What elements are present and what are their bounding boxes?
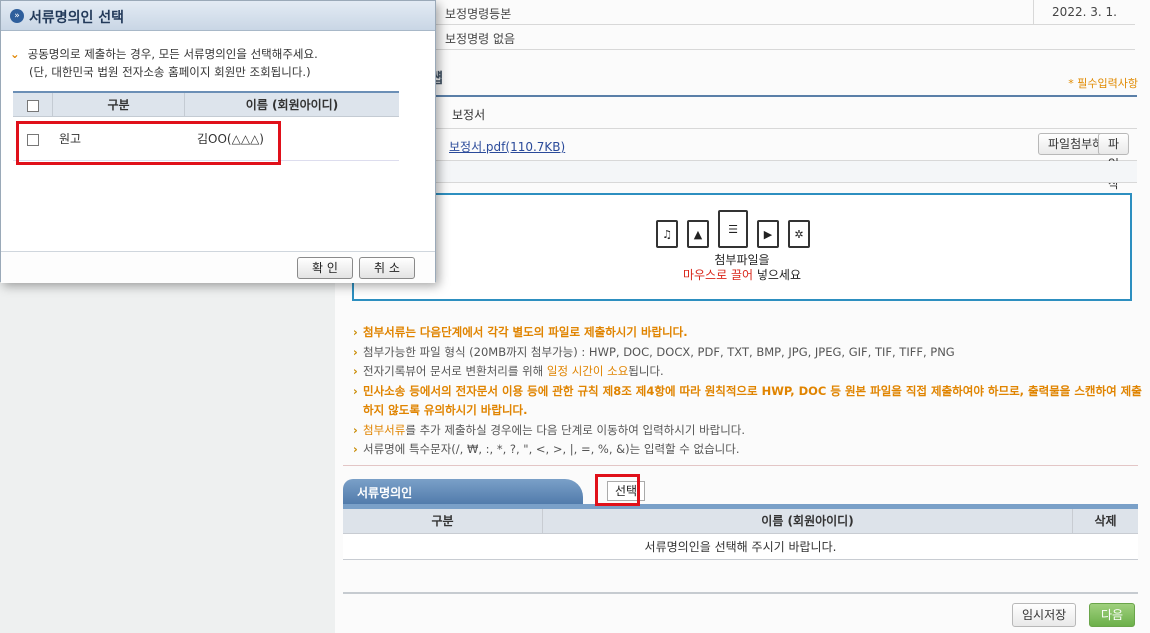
temp-save-button[interactable]: 임시저장: [1012, 603, 1077, 627]
signer-select-dialog: » 서류명의인 선택 ⌄ 공동명의로 제출하는 경우, 모든 서류명의인을 선택해…: [0, 0, 436, 283]
signer-grid-empty: 서류명의인을 선택해 주시기 바랍니다.: [343, 534, 1138, 560]
chevron-down-icon: ⌄: [10, 47, 20, 61]
delete-file-button[interactable]: 파일삭제하기: [1097, 133, 1129, 251]
note-separate-files: 첨부서류는 다음단계에서 각각 별도의 파일로 제출하시기 바랍니다.: [353, 323, 1143, 343]
required-fields-note: * 필수입력사항: [1068, 77, 1138, 90]
attachment-spacer: [435, 161, 1137, 183]
drop-instructions-line1: 첨부파일을: [714, 253, 770, 267]
attachment-file-row: 보정서.pdf(110.7KB) 파일첨부하기 파일삭제하기: [435, 129, 1137, 251]
image-file-icon: ▲: [687, 220, 709, 248]
signer-tab: 서류명의인: [343, 479, 583, 507]
dialog-message-line1: ⌄ 공동명의로 제출하는 경우, 모든 서류명의인을 선택해주세요.: [10, 45, 318, 63]
dialog-message-line1-text: 공동명의로 제출하는 경우, 모든 서류명의인을 선택해주세요.: [27, 47, 318, 61]
correction-order-date: 2022. 3. 1.: [1033, 0, 1135, 25]
correction-order-label: 보정명령등본: [445, 7, 512, 21]
correction-info-table: 보정명령등본 2022. 3. 1. 보정명령 없음: [435, 0, 1135, 50]
signer-section: 서류명의인 선택 구분 이름 (회원아이디) 삭제 서류명의인을 선택해 주시기…: [343, 465, 1138, 595]
dialog-title: 서류명의인 선택: [29, 10, 125, 26]
music-file-icon: ♫: [656, 220, 678, 248]
dialog-title-bar: » 서류명의인 선택: [1, 1, 435, 31]
note-special-chars: 서류명에 특수문자(/, ₩, :, *, ?, ", <, >, |, =, …: [353, 440, 1143, 460]
note-additional-highlight: 첨부서류: [363, 422, 406, 437]
video-file-icon: ▶: [757, 220, 779, 248]
info-row-no-correction: 보정명령 없음: [435, 25, 1135, 50]
note-file-formats: 첨부가능한 파일 형식 (20MB까지 첨부가능) : HWP, DOC, DO…: [353, 343, 1143, 363]
dialog-message-line2: (단, 대한민국 법원 전자소송 홈페이지 회원만 조회됩니다.): [29, 65, 311, 79]
row-highlight-box: [16, 121, 281, 165]
drop-rest: 넣으세요: [753, 268, 802, 282]
dialog-col-type: 구분: [53, 93, 185, 117]
dialog-grid-header: 구분 이름 (회원아이디): [13, 91, 399, 117]
cancel-button[interactable]: 취 소: [359, 257, 415, 279]
note-additional-docs: 첨부서류를 추가 제출하실 경우에는 다음 단계로 이동하여 입력하시기 바랍니…: [353, 421, 1143, 441]
note-conversion-prefix: 전자기록뷰어 문서로 변환처리를 위해: [363, 364, 547, 378]
main-page: 보정명령등본 2022. 3. 1. 보정명령 없음 썝 * 필수입력사항 보정…: [335, 0, 1150, 633]
file-type-icons: ♫ ▲ ☰ ▶ ✲: [656, 210, 810, 248]
select-all-cell: [13, 93, 53, 117]
attachment-table: 보정서 보정서.pdf(110.7KB) 파일첨부하기 파일삭제하기: [435, 95, 1137, 251]
info-row-correction-order: 보정명령등본 2022. 3. 1.: [435, 0, 1135, 25]
col-name: 이름 (회원아이디): [543, 509, 1073, 534]
chevron-circle-icon: »: [10, 9, 24, 23]
note-additional-suffix: 를 추가 제출하실 경우에는 다음 단계로 이동하여 입력하시기 바랍니다.: [405, 422, 746, 437]
no-correction-label: 보정명령 없음: [445, 32, 516, 46]
attachment-doc-name: 보정서: [452, 108, 486, 122]
footer-divider: [343, 592, 1138, 594]
note-conversion-time: 전자기록뷰어 문서로 변환처리를 위해 일정 시간이 소요됩니다.: [353, 362, 1143, 382]
attachment-doc-row: 보정서: [435, 97, 1137, 129]
settings-file-icon: ✲: [788, 220, 810, 248]
drop-instructions: 첨부파일을 마우스로 끌어 넣으세요: [354, 253, 1130, 283]
signer-grid-header: 구분 이름 (회원아이디) 삭제: [343, 509, 1138, 534]
document-file-icon: ☰: [718, 210, 748, 248]
dialog-col-name: 이름 (회원아이디): [245, 98, 339, 112]
drop-highlight: 마우스로 끌어: [682, 268, 754, 282]
confirm-button[interactable]: 확 인: [297, 257, 353, 279]
note-conversion-highlight: 일정 시간이 소요: [546, 364, 629, 378]
note-original-files: 민사소송 등에서의 전자문서 이용 등에 관한 규칙 제8조 제4항에 따라 원…: [353, 382, 1143, 421]
note-conversion-suffix: 됩니다.: [628, 364, 664, 378]
next-button[interactable]: 다음: [1089, 603, 1135, 627]
signer-grid: 구분 이름 (회원아이디) 삭제 서류명의인을 선택해 주시기 바랍니다.: [343, 509, 1138, 560]
file-drop-zone[interactable]: ♫ ▲ ☰ ▶ ✲ 첨부파일을 마우스로 끌어 넣으세요: [352, 193, 1132, 301]
attached-file-link[interactable]: 보정서.pdf(110.7KB): [449, 138, 565, 155]
col-type: 구분: [343, 509, 543, 534]
select-button-highlight: [595, 474, 640, 506]
select-all-checkbox[interactable]: [26, 99, 39, 112]
drop-instructions-line2: 마우스로 끌어 넣으세요: [354, 268, 1130, 283]
col-delete: 삭제: [1094, 514, 1117, 528]
dialog-message: ⌄ 공동명의로 제출하는 경우, 모든 서류명의인을 선택해주세요. (단, 대한…: [10, 45, 318, 81]
guidance-notes: 첨부서류는 다음단계에서 각각 별도의 파일로 제출하시기 바랍니다. 첨부가능…: [353, 323, 1143, 460]
